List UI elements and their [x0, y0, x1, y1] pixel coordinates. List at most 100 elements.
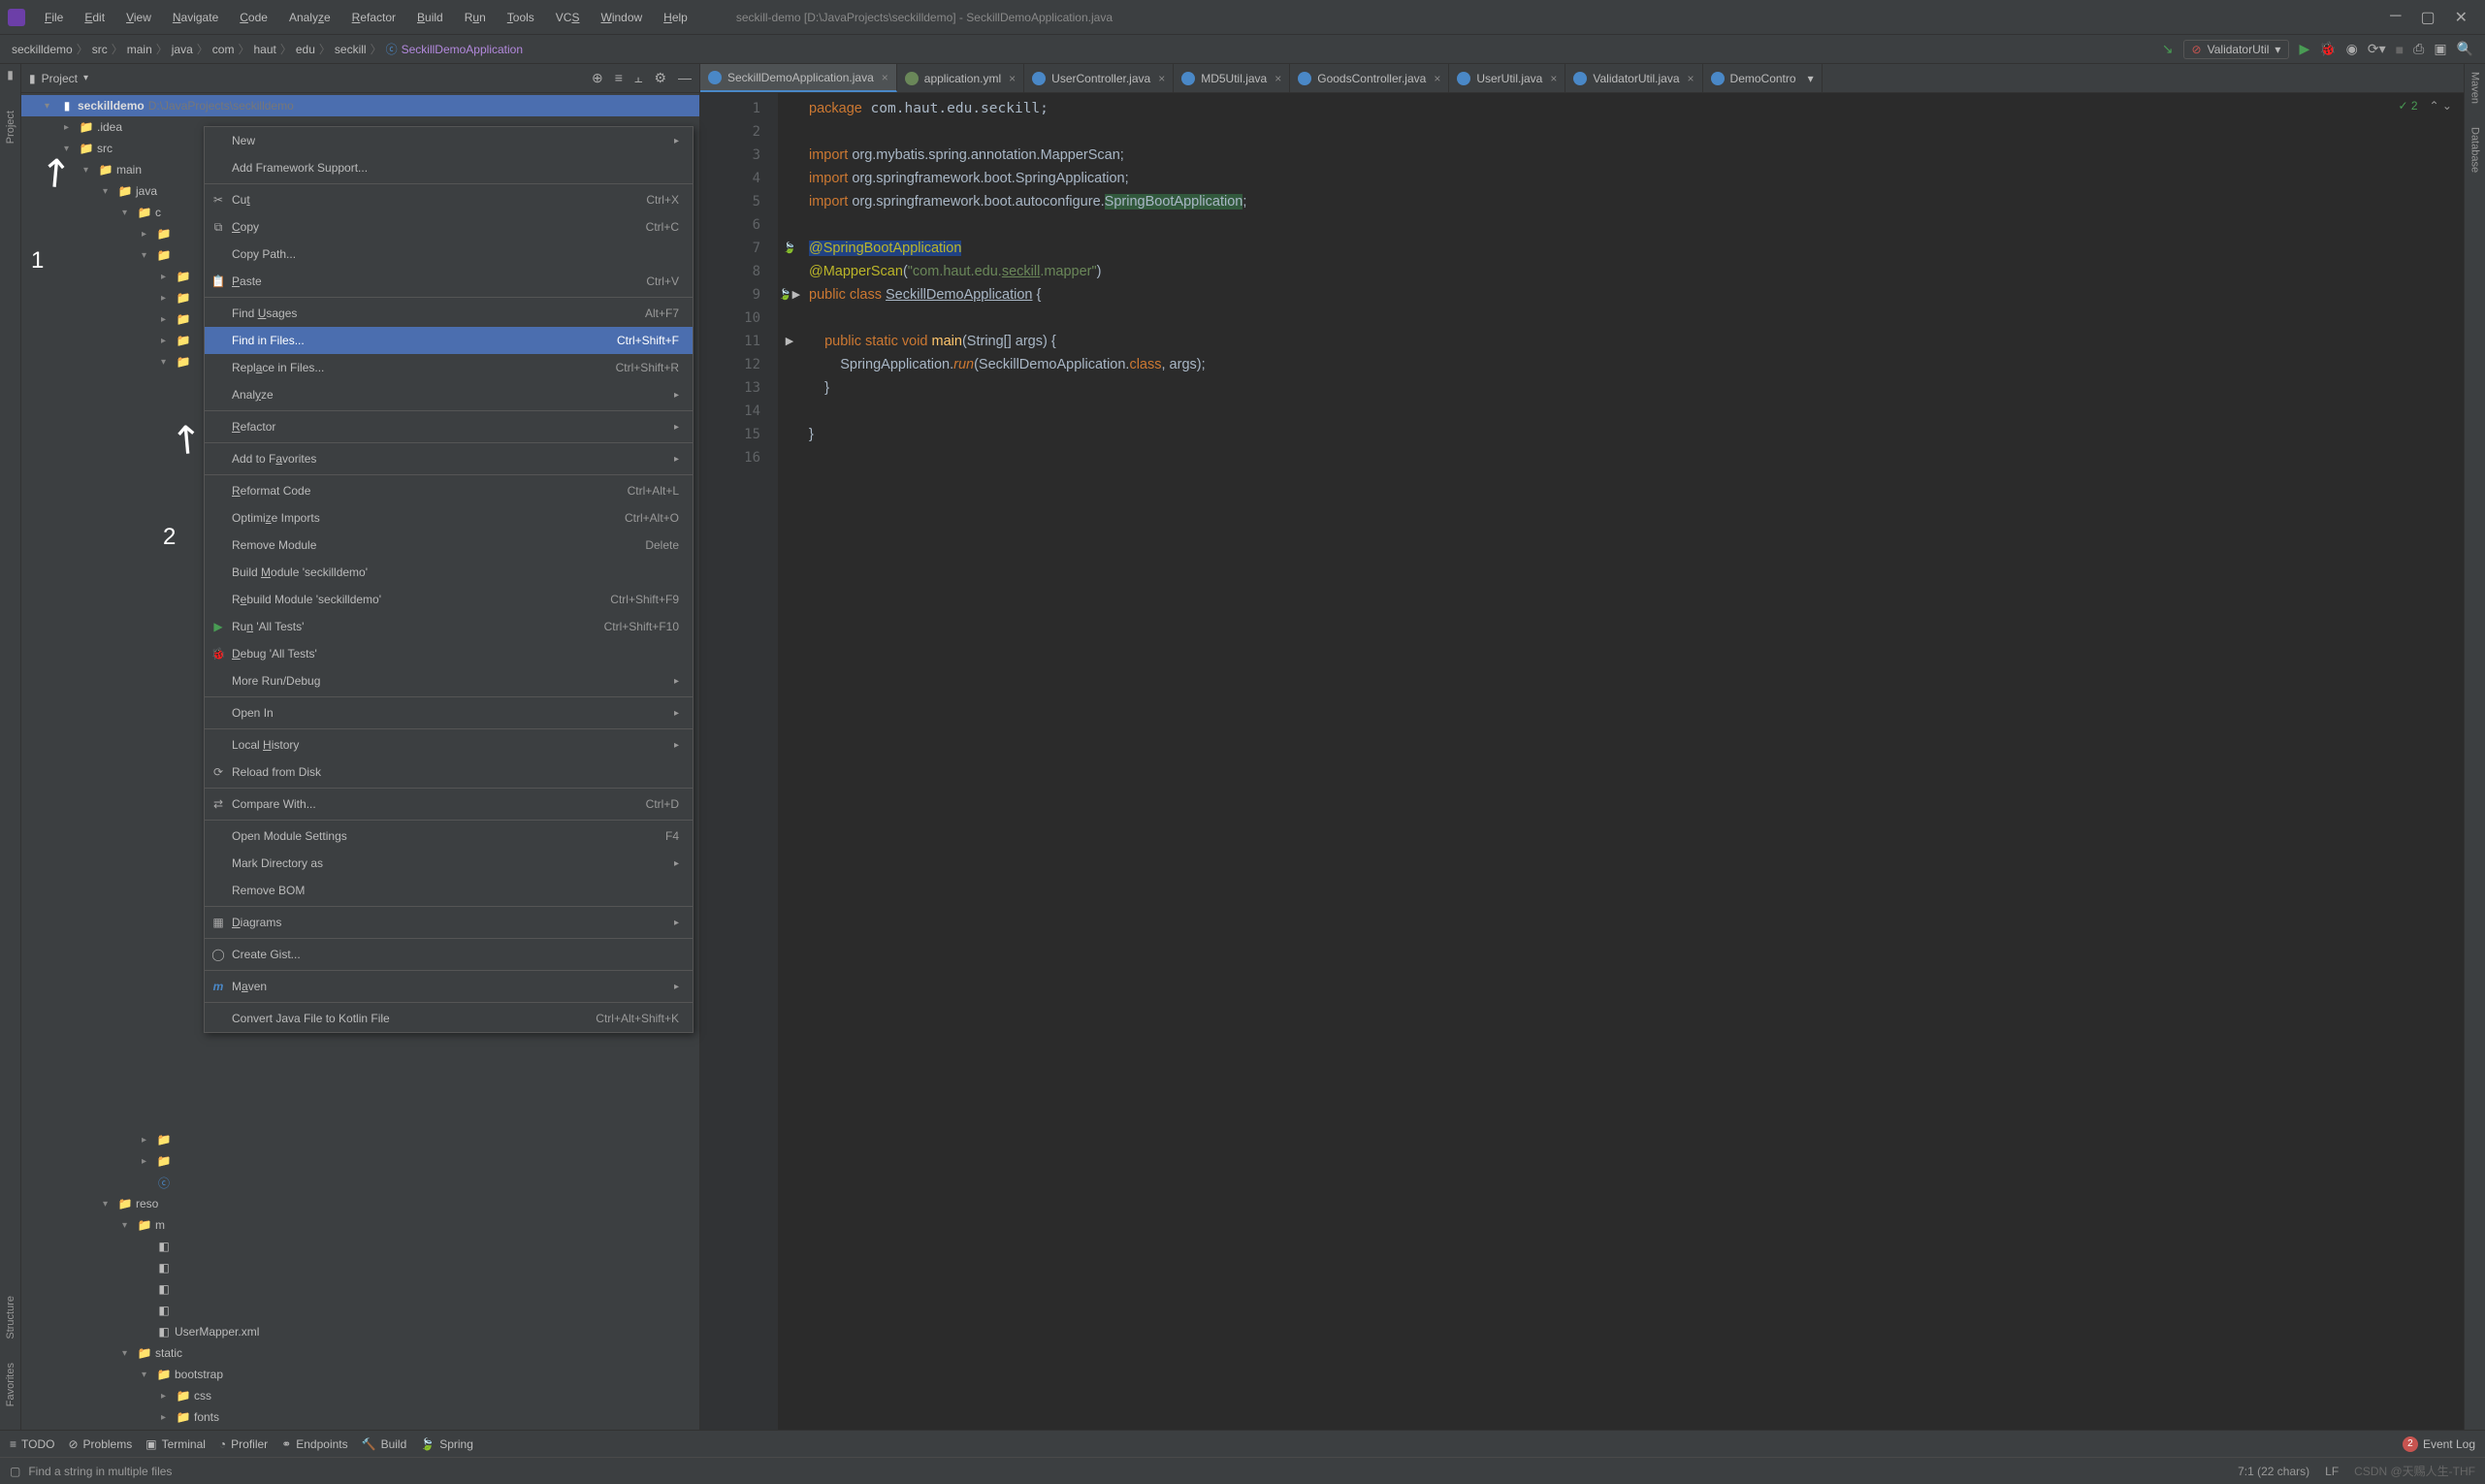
tab-democontro[interactable]: DemoContro▾ [1703, 64, 1823, 92]
tree-collapsed-10[interactable]: ⓒ [21, 1172, 699, 1193]
menu-file[interactable]: File [35, 7, 73, 28]
ctx-find-in-files[interactable]: Find in Files...Ctrl+Shift+F [205, 327, 693, 354]
editor-body[interactable]: ✓ 2 ⌃ ⌄ 12345678910111213141516 🍃🍃▶▶ pac… [700, 93, 2464, 1430]
ctx-replace-in-files[interactable]: Replace in Files...Ctrl+Shift+R [205, 354, 693, 381]
tab-usercontroller[interactable]: UserController.java× [1024, 64, 1174, 92]
tool-build[interactable]: 🔨Build [362, 1437, 407, 1451]
tool-favorites[interactable]: Favorites [5, 1359, 16, 1410]
tree-static[interactable]: ▾📁static [21, 1342, 699, 1364]
crumb-haut[interactable]: haut [253, 43, 275, 56]
ctx-compare[interactable]: ⇄Compare With...Ctrl+D [205, 790, 693, 818]
ctx-remove-bom[interactable]: Remove BOM [205, 877, 693, 904]
tree-bootstrap[interactable]: ▾📁bootstrap [21, 1364, 699, 1385]
ctx-refactor[interactable]: Refactor▸ [205, 413, 693, 440]
ctx-analyze[interactable]: Analyze▸ [205, 381, 693, 408]
run-icon[interactable]: ▶ [2299, 41, 2309, 57]
tree-seckill-goods[interactable]: ◧ [21, 1278, 699, 1300]
minimize-icon[interactable]: ─ [2390, 8, 2401, 27]
ctx-add-favorites[interactable]: Add to Favorites▸ [205, 445, 693, 472]
crumb-java[interactable]: java [172, 43, 193, 56]
code-content[interactable]: package com.haut.edu.seckill; import org… [801, 93, 2464, 1430]
close-icon[interactable]: × [1009, 72, 1016, 85]
close-icon[interactable]: ✕ [2455, 8, 2468, 27]
debug-icon[interactable]: 🐞 [2319, 41, 2336, 57]
tree-fonts[interactable]: ▸📁fonts [21, 1406, 699, 1428]
crumb-src[interactable]: src [92, 43, 108, 56]
coverage-icon[interactable]: ◉ [2346, 41, 2358, 57]
ctx-new[interactable]: New▸ [205, 127, 693, 154]
ctx-open-in[interactable]: Open In▸ [205, 699, 693, 726]
ctx-create-gist[interactable]: ◯Create Gist... [205, 941, 693, 968]
tree-collapsed-9[interactable]: ▸📁 [21, 1150, 699, 1172]
tree-seckill-order[interactable]: ◧ [21, 1300, 699, 1321]
crumb-edu[interactable]: edu [296, 43, 315, 56]
ctx-convert-kotlin[interactable]: Convert Java File to Kotlin FileCtrl+Alt… [205, 1005, 693, 1032]
tool-maven[interactable]: Maven [2469, 68, 2481, 108]
crumb-com[interactable]: com [212, 43, 235, 56]
profiler-icon[interactable]: ⟳▾ [2368, 41, 2386, 57]
ctx-local-history[interactable]: Local History▸ [205, 731, 693, 758]
editor-inspections[interactable]: ✓ 2 ⌃ ⌄ [2398, 99, 2452, 113]
tree-js[interactable]: ▸📁js [21, 1428, 699, 1430]
tree-mapper[interactable]: ▾📁m [21, 1214, 699, 1236]
panel-title[interactable]: ▮ Project ▾ [29, 72, 88, 85]
ctx-debug-tests[interactable]: 🐞Debug 'All Tests' [205, 640, 693, 667]
menu-build[interactable]: Build [407, 7, 453, 28]
stop-icon[interactable]: ■ [2396, 42, 2404, 57]
locate-icon[interactable]: ⊕ [592, 70, 603, 86]
tree-resources[interactable]: ▾📁reso [21, 1193, 699, 1214]
close-icon[interactable]: × [1158, 72, 1165, 85]
project-structure-icon[interactable]: ▣ [2434, 41, 2446, 57]
ctx-build-module[interactable]: Build Module 'seckilldemo' [205, 559, 693, 586]
tool-project[interactable]: Project [5, 107, 16, 147]
menu-refactor[interactable]: Refactor [342, 7, 405, 28]
tree-goods-mapper[interactable]: ◧ [21, 1236, 699, 1257]
ctx-maven[interactable]: mMaven▸ [205, 973, 693, 1000]
folder-icon[interactable]: ▮ [7, 68, 14, 81]
tool-endpoints[interactable]: ⚭Endpoints [281, 1437, 347, 1451]
tool-spring[interactable]: 🍃Spring [420, 1437, 473, 1451]
tab-userutil[interactable]: UserUtil.java× [1449, 64, 1565, 92]
menu-help[interactable]: Help [654, 7, 697, 28]
tree-root[interactable]: ▾▮ seckilldemo D:\JavaProjects\seckillde… [21, 95, 699, 116]
ctx-reformat[interactable]: Reformat CodeCtrl+Alt+L [205, 477, 693, 504]
menu-run[interactable]: Run [455, 7, 496, 28]
ctx-more-run[interactable]: More Run/Debug▸ [205, 667, 693, 694]
menu-tools[interactable]: Tools [498, 7, 544, 28]
crumb-project[interactable]: seckilldemo [12, 43, 73, 56]
tree-collapsed-8[interactable]: ▸📁 [21, 1129, 699, 1150]
tab-goodscontroller[interactable]: GoodsController.java× [1290, 64, 1449, 92]
ctx-open-module-settings[interactable]: Open Module SettingsF4 [205, 823, 693, 850]
tool-profiler[interactable]: ◔Profiler [219, 1437, 268, 1451]
status-position[interactable]: 7:1 (22 chars) [2238, 1465, 2309, 1478]
tool-structure[interactable]: Structure [5, 1292, 16, 1343]
run-config-selector[interactable]: ⊘ ValidatorUtil ▾ [2183, 40, 2290, 59]
ctx-add-framework[interactable]: Add Framework Support... [205, 154, 693, 181]
back-icon[interactable]: ↘ [2162, 41, 2174, 57]
ctx-cut[interactable]: ✂CutCtrl+X [205, 186, 693, 213]
crumb-main[interactable]: main [127, 43, 152, 56]
tab-md5util[interactable]: MD5Util.java× [1174, 64, 1290, 92]
ctx-copy-path[interactable]: Copy Path... [205, 241, 693, 268]
close-icon[interactable]: × [882, 71, 888, 84]
ctx-find-usages[interactable]: Find UsagesAlt+F7 [205, 300, 693, 327]
tab-applicationyml[interactable]: application.yml× [897, 64, 1024, 92]
tool-todo[interactable]: ≡TODO [10, 1437, 54, 1451]
tool-terminal[interactable]: ▣Terminal [145, 1437, 206, 1451]
tab-seckilldemoapplication[interactable]: SeckillDemoApplication.java× [700, 64, 897, 92]
ctx-remove-module[interactable]: Remove ModuleDelete [205, 532, 693, 559]
ctx-diagrams[interactable]: ▦Diagrams▸ [205, 909, 693, 936]
maximize-icon[interactable]: ▢ [2420, 8, 2435, 27]
hide-icon[interactable]: — [678, 70, 692, 86]
crumb-class[interactable]: SeckillDemoApplication [402, 43, 523, 56]
tool-event-log[interactable]: 2 Event Log [2403, 1436, 2475, 1452]
tab-validatorutil[interactable]: ValidatorUtil.java× [1565, 64, 1702, 92]
menu-navigate[interactable]: Navigate [163, 7, 228, 28]
tree-css[interactable]: ▸📁css [21, 1385, 699, 1406]
tree-user-mapper[interactable]: ◧UserMapper.xml [21, 1321, 699, 1342]
ctx-optimize[interactable]: Optimize ImportsCtrl+Alt+O [205, 504, 693, 532]
ctx-rebuild-module[interactable]: Rebuild Module 'seckilldemo'Ctrl+Shift+F… [205, 586, 693, 613]
search-icon[interactable]: 🔍 [2457, 41, 2473, 57]
menu-analyze[interactable]: Analyze [279, 7, 340, 28]
menu-window[interactable]: Window [591, 7, 652, 28]
